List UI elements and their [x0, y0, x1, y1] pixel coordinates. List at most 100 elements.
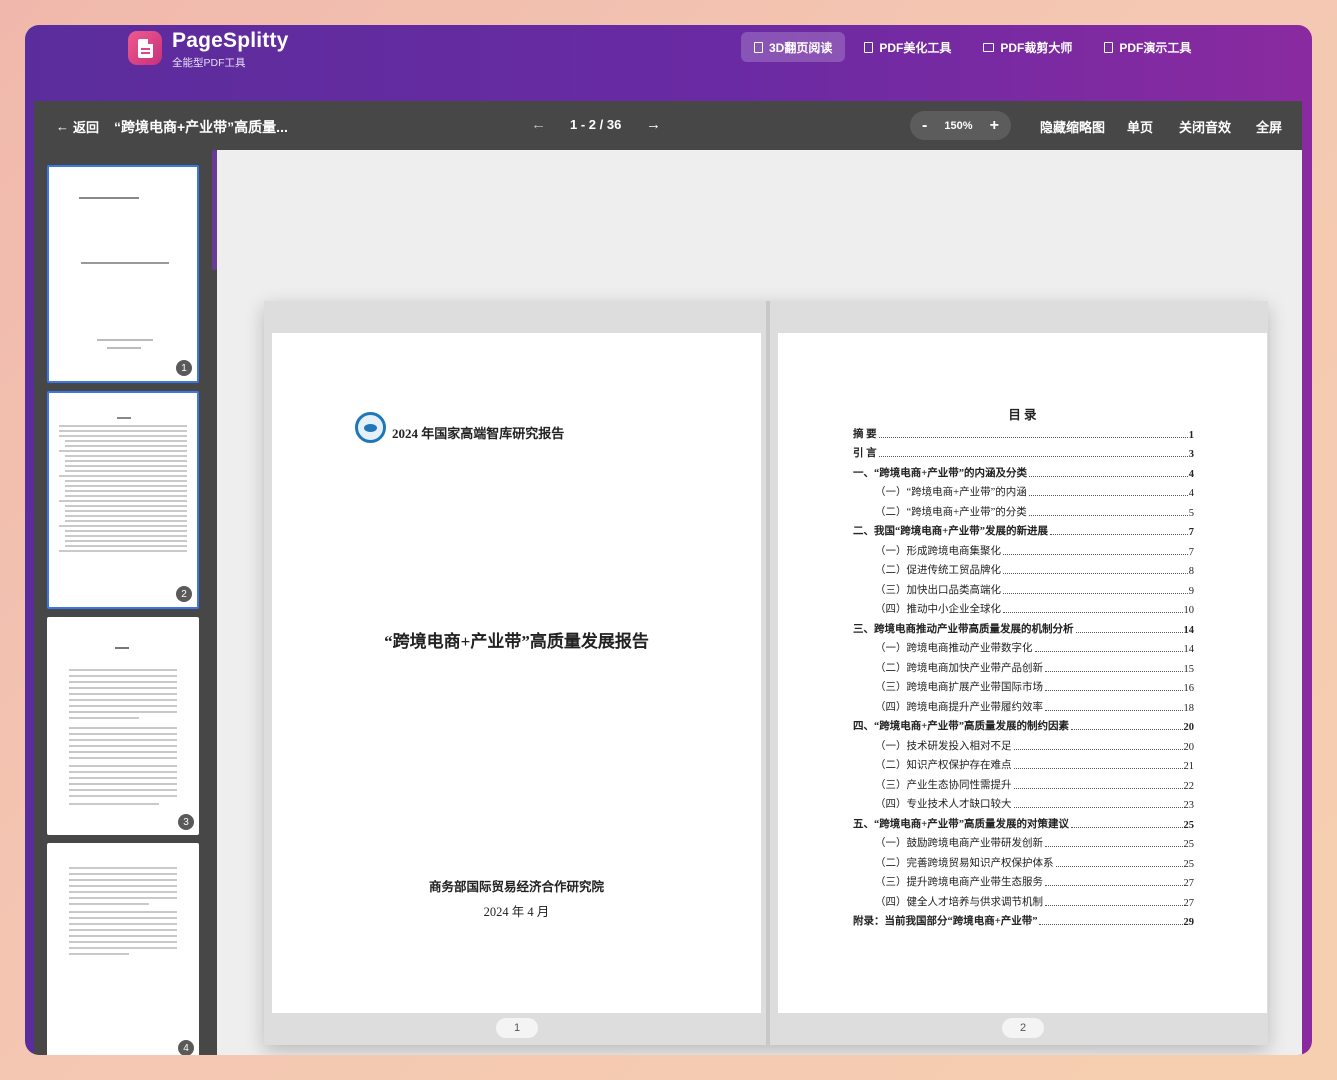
- toc-entry-page: 15: [1183, 663, 1195, 675]
- toc-entry[interactable]: （一）技术研发投入相对不足 20: [853, 733, 1194, 753]
- toc-leader-dots: [1070, 826, 1183, 828]
- toc-entry-label: （二）“跨境电商+产业带”的分类: [875, 506, 1027, 518]
- toc-entry[interactable]: （三）产业生态协同性需提升 22: [853, 772, 1194, 792]
- hide-thumbnails-button[interactable]: 隐藏缩略图: [1040, 117, 1105, 136]
- toc-entry-label: （二）促进传统工贸品牌化: [875, 565, 1001, 576]
- toc-entry[interactable]: （四）推动中小企业全球化 10: [853, 597, 1195, 616]
- toc-entry-label: 五、“跨境电商+产业带”高质量发展的对策建议: [853, 818, 1069, 830]
- nav-3d-flip-reader[interactable]: 3D翻页阅读: [741, 32, 846, 62]
- toc-entry-page: 10: [1183, 605, 1195, 616]
- brand-name: PageSplitty: [172, 29, 289, 52]
- toc-entry-page: 14: [1183, 624, 1195, 636]
- toc-entry-label: （一）鼓励跨境电商产业带研发创新: [875, 838, 1043, 849]
- viewer-toolbar: ← 返回 “跨境电商+产业带”高质量... ← 1 - 2 / 36 → - 1…: [34, 101, 1302, 150]
- toc-entry[interactable]: （一）鼓励跨境电商产业带研发创新 25: [853, 831, 1195, 850]
- nav-label: PDF裁剪大师: [1000, 40, 1073, 55]
- file-icon: [1104, 41, 1114, 53]
- file-icon: [864, 41, 874, 53]
- toc-entry-page: 5: [1188, 507, 1194, 519]
- toc-entry[interactable]: 摘 要 1: [853, 421, 1194, 441]
- toc-leader-dots: [1028, 495, 1188, 496]
- toc-entry-page: 27: [1183, 878, 1195, 889]
- toc-entry-label: （二）知识产权保护存在难点: [875, 760, 1012, 771]
- brand-subtitle: 全能型PDF工具: [172, 57, 246, 69]
- nav-pdf-beautify[interactable]: PDF美化工具: [851, 32, 964, 62]
- pdf-viewer: ← 返回 “跨境电商+产业带”高质量... ← 1 - 2 / 36 → - 1…: [34, 101, 1302, 1055]
- page-number-badge: 1: [496, 1018, 538, 1038]
- toc-entry-page: 25: [1183, 819, 1195, 831]
- toc-leader-dots: [878, 436, 1188, 438]
- table-of-contents: 摘 要1引 言 3 一、“跨境电商+产业带”的内涵及分类 4 （一）“跨境电商+产业带”…: [853, 421, 1195, 929]
- zoom-in-plus-icon[interactable]: +: [990, 117, 999, 135]
- toc-leader-dots: [878, 456, 1188, 457]
- toc-entry[interactable]: 引 言 3: [853, 441, 1194, 460]
- pagesplitty-logo-icon[interactable]: [128, 31, 162, 65]
- zoom-out-minus-icon[interactable]: -: [922, 117, 927, 135]
- toc-entry-page: 1: [1188, 429, 1194, 441]
- toc-entry-page: 29: [1183, 917, 1195, 928]
- toc-entry-label: （一）形成跨境电商集聚化: [875, 545, 1001, 557]
- toc-entry[interactable]: 附录：当前我国部分“跨境电商+产业带” 29: [853, 909, 1195, 928]
- toc-leader-dots: [1045, 904, 1183, 906]
- thumbnail-page[interactable]: 1: [47, 165, 199, 383]
- sidebar-scrollbar[interactable]: [212, 150, 217, 270]
- back-button[interactable]: ← 返回: [56, 117, 99, 136]
- toc-leader-dots: [1013, 807, 1183, 808]
- toc-entry-page: 14: [1183, 644, 1195, 655]
- thumbnail-page[interactable]: 2: [47, 391, 199, 609]
- toc-entry[interactable]: 四、“跨境电商+产业带”高质量发展的制约因素 20: [853, 714, 1195, 733]
- toc-entry-label: 三、跨境电商推动产业带高质量发展的机制分析: [853, 623, 1074, 635]
- toc-entry[interactable]: 五、“跨境电商+产业带”高质量发展的对策建议 25: [853, 811, 1194, 831]
- toc-entry[interactable]: （三）跨境电商扩展产业带国际市场 16: [853, 675, 1195, 694]
- toc-entry[interactable]: （二）促进传统工贸品牌化 8: [853, 558, 1194, 577]
- toc-entry-page: 7: [1188, 546, 1194, 558]
- toc-entry-page: 4: [1188, 468, 1194, 480]
- toc-entry[interactable]: （一）形成跨境电商集聚化 7: [853, 538, 1194, 558]
- toc-entry[interactable]: （一）跨境电商推动产业带数字化 14: [853, 636, 1195, 655]
- toc-entry[interactable]: （四）专业技术人才缺口较大 23: [853, 792, 1195, 811]
- thumbnail-number: 1: [176, 360, 192, 376]
- toc-entry-page: 25: [1183, 858, 1195, 870]
- report-title: “跨境电商+产业带”高质量发展报告: [384, 632, 649, 651]
- nav-pdf-crop[interactable]: PDF裁剪大师: [970, 32, 1085, 62]
- toc-leader-dots: [1013, 768, 1183, 769]
- publishing-institution: 商务部国际贸易经济合作研究院: [428, 880, 604, 894]
- toc-leader-dots: [1028, 514, 1188, 516]
- thumbnail-sidebar: 1 2 3 4: [34, 150, 217, 1055]
- toc-entry[interactable]: （四）健全人才培养与供求调节机制 27: [853, 889, 1194, 909]
- toc-entry[interactable]: （二）完善跨境贸易知识产权保护体系 25: [853, 850, 1194, 870]
- app-window: PageSplitty 全能型PDF工具 3D翻页阅读 PDF美化工具 PDF裁…: [25, 25, 1312, 1055]
- single-page-button[interactable]: 单页: [1127, 117, 1153, 136]
- toc-entry[interactable]: 二、我国“跨境电商+产业带”发展的新进展 7: [853, 519, 1194, 538]
- fullscreen-button[interactable]: 全屏: [1256, 117, 1282, 136]
- toc-entry[interactable]: 一、“跨境电商+产业带”的内涵及分类 4: [853, 460, 1194, 480]
- zoom-control: - 150% +: [910, 111, 1011, 140]
- toc-entry[interactable]: （二）跨境电商加快产业带产品创新 15: [853, 655, 1194, 675]
- thumbnail-page[interactable]: 3: [47, 617, 199, 835]
- toc-entry-label: （二）完善跨境贸易知识产权保护体系: [875, 857, 1054, 869]
- toc-entry-page: 20: [1183, 741, 1195, 753]
- toc-entry[interactable]: （一）“跨境电商+产业带”的内涵 4: [853, 480, 1194, 499]
- thumbnail-page[interactable]: 4: [47, 843, 199, 1055]
- toc-entry-label: （三）产业生态协同性需提升: [875, 779, 1012, 791]
- thumbnail-number: 4: [178, 1040, 194, 1055]
- sound-toggle-button[interactable]: 关闭音效: [1179, 117, 1231, 136]
- toc-entry[interactable]: 三、跨境电商推动产业带高质量发展的机制分析 14: [853, 616, 1194, 636]
- toc-leader-dots: [1028, 475, 1188, 477]
- nav-pdf-present[interactable]: PDF演示工具: [1091, 32, 1204, 62]
- toc-entry-page: 4: [1188, 488, 1194, 499]
- toc-entry[interactable]: （三）提升跨境电商产业带生态服务 27: [853, 870, 1195, 889]
- toc-entry[interactable]: （二）知识产权保护存在难点 21: [853, 753, 1194, 772]
- toc-entry[interactable]: （二）“跨境电商+产业带”的分类 5: [853, 499, 1194, 519]
- toc-entry-page: 23: [1183, 800, 1195, 811]
- toc-entry-page: 25: [1183, 839, 1195, 850]
- toc-entry[interactable]: （三）加快出口品类高端化 9: [853, 577, 1194, 597]
- prev-page-arrow-icon[interactable]: ←: [531, 116, 546, 133]
- toc-entry-page: 20: [1183, 722, 1195, 733]
- toc-entry[interactable]: （四）跨境电商提升产业带履约效率 18: [853, 694, 1194, 714]
- toc-entry-page: 16: [1183, 683, 1195, 694]
- book-spine: [766, 301, 770, 1045]
- toc-entry-label: （四）推动中小企业全球化: [875, 604, 1001, 615]
- nav-label: PDF美化工具: [879, 40, 952, 55]
- next-page-arrow-icon[interactable]: →: [646, 116, 661, 133]
